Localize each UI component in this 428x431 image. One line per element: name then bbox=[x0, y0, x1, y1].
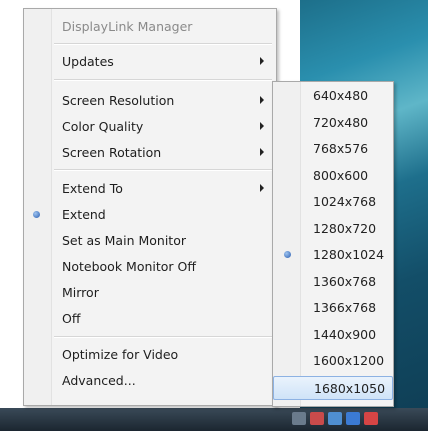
resolution-option[interactable]: 720x480 bbox=[273, 111, 393, 135]
tray-network-icon[interactable] bbox=[310, 412, 324, 425]
submenu-arrow-icon bbox=[260, 57, 264, 65]
menu-item-extend-to[interactable]: Extend To bbox=[24, 177, 276, 201]
submenu-arrow-icon bbox=[260, 184, 264, 192]
submenu-arrow-icon bbox=[260, 96, 264, 104]
menu-item-screen-rotation[interactable]: Screen Rotation bbox=[24, 141, 276, 165]
resolution-option[interactable]: 768x576 bbox=[273, 137, 393, 161]
submenu-arrow-icon bbox=[260, 122, 264, 130]
menu-item-label: Mirror bbox=[62, 285, 99, 300]
menu-item-label: Set as Main Monitor bbox=[62, 233, 186, 248]
resolution-option[interactable]: 1280x1024 bbox=[273, 243, 393, 267]
resolution-option-label: 1600x1200 bbox=[313, 353, 385, 368]
selected-radio-icon bbox=[33, 211, 40, 218]
resolution-option[interactable]: 640x480 bbox=[273, 84, 393, 108]
menu-item-label: Optimize for Video bbox=[62, 347, 179, 362]
menu-item-notebook-monitor-off[interactable]: Notebook Monitor Off bbox=[24, 255, 276, 279]
submenu-arrow-icon bbox=[260, 148, 264, 156]
menu-item-label: Advanced... bbox=[62, 373, 136, 388]
tray-displaylink-icon[interactable] bbox=[346, 412, 360, 425]
resolution-option[interactable]: 1024x768 bbox=[273, 190, 393, 214]
menu-separator bbox=[54, 336, 272, 338]
menu-item-mirror[interactable]: Mirror bbox=[24, 281, 276, 305]
resolution-option-label: 1360x768 bbox=[313, 273, 377, 289]
resolution-option[interactable]: 1680x1050 bbox=[273, 375, 393, 400]
tray-power-icon[interactable] bbox=[328, 412, 342, 425]
menu-separator bbox=[54, 79, 272, 81]
resolution-option-label: 800x600 bbox=[313, 167, 369, 183]
resolution-option-label: 1440x900 bbox=[313, 326, 377, 342]
menu-item-label: Extend To bbox=[62, 181, 123, 196]
resolution-option-label: 1280x720 bbox=[313, 220, 377, 236]
menu-item-color-quality[interactable]: Color Quality bbox=[24, 115, 276, 139]
menu-item-set-as-main-monitor[interactable]: Set as Main Monitor bbox=[24, 229, 276, 253]
tray-security-icon[interactable] bbox=[364, 412, 378, 425]
resolution-option-label: 640x480 bbox=[313, 88, 369, 103]
menu-title-label: DisplayLink Manager bbox=[62, 19, 193, 34]
menu-item-label: Screen Rotation bbox=[62, 145, 162, 160]
screen-resolution-submenu: 640x480 720x480 768x576 800x600 1024x768 1280… bbox=[272, 81, 394, 407]
resolution-option[interactable]: 800x600 bbox=[273, 164, 393, 188]
resolution-option-label: 720x480 bbox=[313, 114, 369, 130]
resolution-option[interactable]: 1360x768 bbox=[273, 270, 393, 294]
resolution-option[interactable]: 1440x900 bbox=[273, 323, 393, 347]
resolution-option-label: 1024x768 bbox=[313, 194, 377, 209]
resolution-option-label: 1280x1024 bbox=[313, 247, 385, 262]
menu-item-label: Color Quality bbox=[62, 119, 144, 134]
menu-item-updates[interactable]: Updates bbox=[24, 50, 276, 74]
resolution-option-label: 1366x768 bbox=[313, 300, 377, 315]
menu-item-label: Updates bbox=[62, 54, 114, 69]
menu-separator bbox=[54, 169, 272, 171]
menu-item-label: Notebook Monitor Off bbox=[62, 259, 196, 274]
resolution-option[interactable]: 1280x720 bbox=[273, 217, 393, 241]
resolution-option[interactable]: 1366x768 bbox=[273, 296, 393, 320]
menu-item-label: Off bbox=[62, 311, 81, 326]
menu-item-off[interactable]: Off bbox=[24, 307, 276, 331]
menu-separator bbox=[54, 43, 272, 45]
menu-title: DisplayLink Manager bbox=[24, 15, 276, 39]
tray-volume-icon[interactable] bbox=[292, 412, 306, 425]
displaylink-context-menu: DisplayLink Manager Updates Screen Resol… bbox=[23, 8, 277, 406]
menu-item-screen-resolution[interactable]: Screen Resolution bbox=[24, 89, 276, 113]
menu-item-optimize-for-video[interactable]: Optimize for Video bbox=[24, 343, 276, 367]
resolution-option[interactable]: 1600x1200 bbox=[273, 349, 393, 373]
menu-item-advanced[interactable]: Advanced... bbox=[24, 369, 276, 393]
menu-item-label: Screen Resolution bbox=[62, 93, 175, 108]
resolution-option-label: 1680x1050 bbox=[314, 380, 386, 396]
selected-radio-icon bbox=[284, 251, 291, 258]
menu-item-extend[interactable]: Extend bbox=[24, 203, 276, 227]
menu-item-label: Extend bbox=[62, 207, 106, 222]
resolution-option-label: 768x576 bbox=[313, 141, 369, 156]
